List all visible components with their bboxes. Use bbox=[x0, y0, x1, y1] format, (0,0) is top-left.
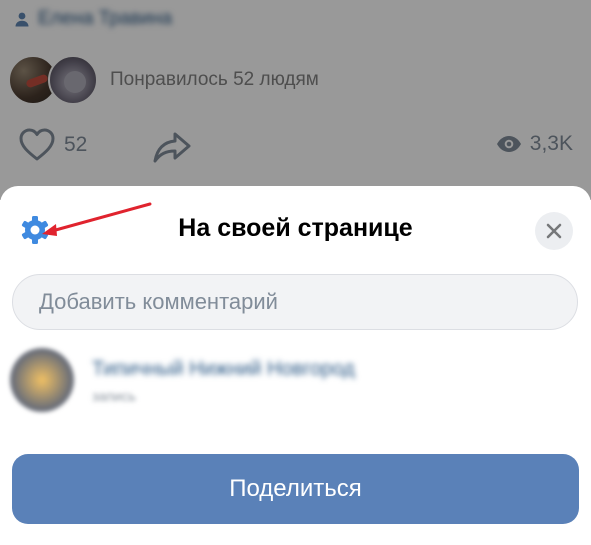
avatar bbox=[10, 348, 74, 412]
share-button[interactable]: Поделиться bbox=[12, 454, 579, 524]
sheet-header: На своей странице bbox=[0, 186, 591, 276]
comment-input[interactable] bbox=[12, 274, 578, 330]
target-name: Типичный Нижний Новгород bbox=[92, 358, 355, 380]
share-target-row[interactable]: Типичный Нижний Новгород запись bbox=[10, 346, 580, 416]
dim-overlay[interactable] bbox=[0, 0, 591, 200]
share-sheet: На своей странице Типичный Нижний Новгор… bbox=[0, 186, 591, 545]
close-button[interactable] bbox=[535, 212, 573, 250]
sheet-title: На своей странице bbox=[178, 214, 413, 242]
close-icon bbox=[546, 223, 562, 239]
target-subtitle: запись bbox=[92, 388, 136, 404]
